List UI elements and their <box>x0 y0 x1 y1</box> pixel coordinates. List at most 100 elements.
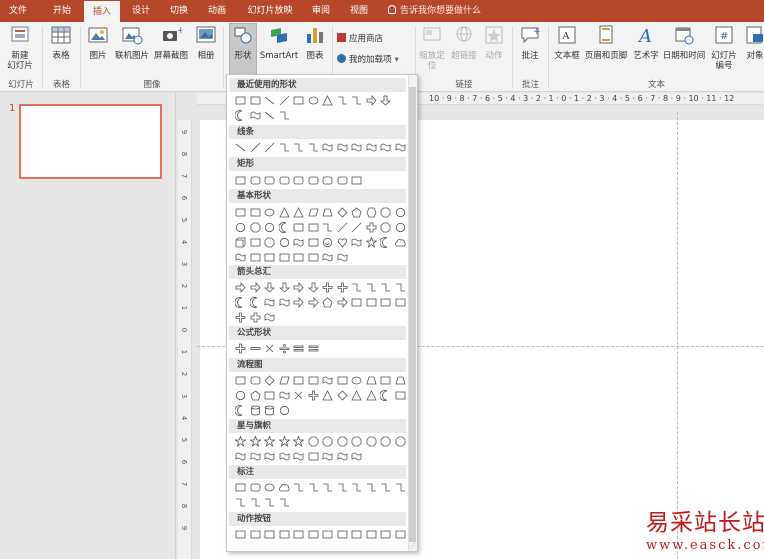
shape-diamond-icon[interactable] <box>336 207 348 218</box>
shape-moon-icon[interactable] <box>278 222 290 233</box>
shape-can-icon[interactable] <box>264 405 275 416</box>
shape-arrow-r-icon[interactable] <box>293 296 304 309</box>
shape-tri-icon[interactable] <box>365 390 377 401</box>
shape-rect-icon[interactable] <box>235 95 246 106</box>
shape-elbow-icon[interactable] <box>308 482 319 493</box>
shape-smiley-icon[interactable] <box>322 237 333 248</box>
shape-arrow-r-icon[interactable] <box>308 296 319 309</box>
shape-oct-icon[interactable] <box>380 222 391 233</box>
shape-times-icon[interactable] <box>293 390 304 401</box>
shape-rect-icon[interactable] <box>395 529 406 540</box>
wordart-button[interactable]: A 艺术字 <box>630 24 662 61</box>
shape-rect-icon[interactable] <box>250 252 261 263</box>
shape-wave-icon[interactable] <box>264 297 275 308</box>
shape-star-icon[interactable] <box>263 435 276 448</box>
shape-rrect-icon[interactable] <box>337 175 348 186</box>
shape-arrow-r-icon[interactable] <box>337 296 348 309</box>
header-footer-button[interactable]: 页眉和页脚 <box>584 24 628 61</box>
shape-wave-icon[interactable] <box>279 390 290 401</box>
shape-tri-icon[interactable] <box>322 95 333 106</box>
shape-rect-icon[interactable] <box>279 252 290 263</box>
shape-rrect-icon[interactable] <box>308 175 319 186</box>
shape-circ-icon[interactable] <box>279 237 290 248</box>
shape-oct-icon[interactable] <box>395 436 406 447</box>
shape-rect-icon[interactable] <box>308 237 319 248</box>
shape-rect-icon[interactable] <box>250 529 261 540</box>
tab-transitions[interactable]: 切换 <box>161 0 197 22</box>
shape-oct-icon[interactable] <box>351 436 362 447</box>
shape-wave-icon[interactable] <box>322 252 333 263</box>
shape-wave-icon[interactable] <box>337 451 348 462</box>
object-button[interactable]: 对象 <box>742 24 764 61</box>
shape-star-icon[interactable] <box>248 435 262 448</box>
resize-grip-icon[interactable]: ⋰ <box>409 543 416 550</box>
vertical-ruler[interactable]: 9 8 7 6 5 4 3 2 1 0 1 2 3 4 5 6 7 8 9 <box>178 120 192 559</box>
shape-elbow-icon[interactable] <box>366 282 377 293</box>
shape-plus-icon[interactable] <box>235 343 246 354</box>
shape-elbow-icon[interactable] <box>351 282 362 293</box>
shape-wave-icon[interactable] <box>264 451 275 462</box>
shape-moon-icon[interactable] <box>234 297 246 308</box>
shape-trap-icon[interactable] <box>322 207 333 218</box>
shape-rect-icon[interactable] <box>308 375 319 386</box>
shape-rect-icon[interactable] <box>351 529 362 540</box>
scrollbar-thumb[interactable] <box>409 87 416 542</box>
hyperlink-button[interactable]: 超链接 <box>448 24 480 61</box>
shape-wave-icon[interactable] <box>235 451 246 462</box>
shape-elbow-icon[interactable] <box>293 482 304 493</box>
shape-rect-icon[interactable] <box>308 252 319 263</box>
shape-circ-icon[interactable] <box>279 405 290 416</box>
shape-rect-icon[interactable] <box>293 375 304 386</box>
tab-slideshow[interactable]: 幻灯片放映 <box>240 0 300 22</box>
shape-wave-icon[interactable] <box>322 142 333 153</box>
shape-trap-icon[interactable] <box>394 375 406 386</box>
shape-arrow-d-icon[interactable] <box>263 282 276 293</box>
shape-elbow-icon[interactable] <box>395 482 406 493</box>
shape-rect-icon[interactable] <box>366 529 377 540</box>
shape-elbow-icon[interactable] <box>293 142 304 153</box>
shape-wave-icon[interactable] <box>279 451 290 462</box>
shape-rect-icon[interactable] <box>264 390 275 401</box>
shape-star-icon[interactable] <box>277 435 291 448</box>
tab-review[interactable]: 审阅 <box>303 0 339 22</box>
new-slide-button[interactable]: 新建 幻灯片 <box>3 24 37 71</box>
shape-heart-icon[interactable] <box>337 237 348 248</box>
shape-plus-icon[interactable] <box>337 282 348 293</box>
shape-wave-icon[interactable] <box>293 451 304 462</box>
shape-circ-icon[interactable] <box>235 222 246 233</box>
shape-arrow-d-icon[interactable] <box>307 282 319 293</box>
shape-wave-icon[interactable] <box>279 297 290 308</box>
shape-oval-icon[interactable] <box>264 207 275 218</box>
shape-wave-icon[interactable] <box>337 252 348 263</box>
tell-me-search[interactable]: 告诉我你想要做什么 <box>388 0 481 22</box>
shape-rrect-icon[interactable] <box>293 175 304 186</box>
smartart-button[interactable]: SmartArt <box>259 24 299 61</box>
shape-oct-icon[interactable] <box>250 222 261 233</box>
shape-oct-icon[interactable] <box>337 436 348 447</box>
shape-tri-icon[interactable] <box>278 207 290 218</box>
shape-elbow-icon[interactable] <box>264 497 275 508</box>
shape-elbow-icon[interactable] <box>351 482 362 493</box>
shape-cloud-icon[interactable] <box>394 237 406 248</box>
shape-diamond-icon[interactable] <box>264 375 275 386</box>
shape-elbow-icon[interactable] <box>322 222 333 233</box>
shape-tri-icon[interactable] <box>322 390 333 401</box>
shape-rect-icon[interactable] <box>235 482 246 493</box>
my-addins-button[interactable]: 我的加载项 ▾ <box>337 54 399 66</box>
slide-thumbnail[interactable] <box>19 104 162 179</box>
shape-para-icon[interactable] <box>307 207 319 218</box>
shape-oct-icon[interactable] <box>322 436 333 447</box>
shape-minus-icon[interactable] <box>250 343 261 354</box>
shape-star-icon[interactable] <box>292 435 305 448</box>
datetime-button[interactable]: 日期和时间 <box>662 24 706 61</box>
shape-wave-icon[interactable] <box>395 142 406 153</box>
shape-diag-icon[interactable] <box>264 142 275 153</box>
shape-rect-icon[interactable] <box>250 207 261 218</box>
shape-moon-icon[interactable] <box>234 110 246 121</box>
shape-oval-icon[interactable] <box>351 375 362 386</box>
shape-oct-icon[interactable] <box>380 436 391 447</box>
shape-wave-icon[interactable] <box>380 142 391 153</box>
shape-plus-icon[interactable] <box>308 390 319 401</box>
shape-oct-icon[interactable] <box>366 436 377 447</box>
shape-rect-icon[interactable] <box>235 375 246 386</box>
